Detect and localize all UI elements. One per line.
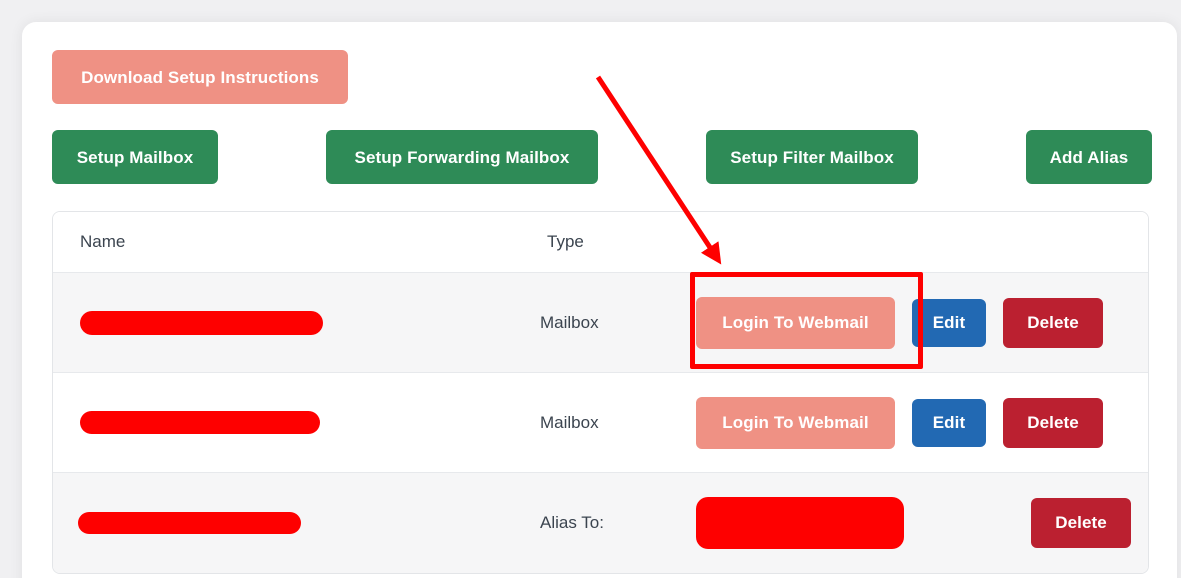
alias-name-cell [53, 472, 520, 573]
table-header-row: Name Type [53, 212, 1148, 273]
column-header-name: Name [53, 212, 520, 273]
table-row: Mailbox Login To Webmail Edit Delete [53, 372, 1148, 473]
redacted-name-bar [78, 511, 301, 534]
delete-button[interactable]: Delete [1031, 497, 1131, 548]
delete-button[interactable]: Delete [1003, 397, 1103, 448]
setup-forwarding-mailbox-button[interactable]: Setup Forwarding Mailbox [326, 130, 598, 184]
table-row: Mailbox Login To Webmail Edit Delete [53, 272, 1148, 373]
login-to-webmail-button[interactable]: Login To Webmail [696, 296, 895, 349]
delete-button[interactable]: Delete [1003, 297, 1103, 348]
column-header-actions [678, 212, 1148, 273]
mailboxes-table-container: Name Type Mailbox Login To Webmail Edit [52, 211, 1149, 574]
setup-mailbox-button[interactable]: Setup Mailbox [52, 130, 218, 184]
mailbox-name-cell [53, 273, 520, 373]
row-actions-cell: Delete [678, 472, 1148, 573]
alias-type-cell: Alias To: [520, 472, 678, 573]
column-header-type: Type [520, 212, 678, 273]
login-to-webmail-button[interactable]: Login To Webmail [696, 396, 895, 449]
row-actions-cell: Login To Webmail Edit Delete [678, 372, 1148, 473]
setup-filter-mailbox-button[interactable]: Setup Filter Mailbox [706, 130, 918, 184]
mailboxes-table: Name Type Mailbox Login To Webmail Edit [53, 212, 1148, 573]
redacted-alias-target [696, 496, 904, 549]
add-alias-button[interactable]: Add Alias [1026, 130, 1152, 184]
setup-actions-toolbar: Setup Mailbox Setup Forwarding Mailbox S… [22, 130, 1177, 186]
mailbox-name-cell [53, 372, 520, 473]
row-actions-cell: Login To Webmail Edit Delete [678, 273, 1148, 373]
edit-button[interactable]: Edit [912, 398, 986, 447]
mail-management-card: Download Setup Instructions Setup Mailbo… [22, 22, 1177, 578]
table-header: Name Type [53, 212, 1148, 273]
table-body: Mailbox Login To Webmail Edit Delete Mai… [53, 272, 1148, 573]
table-row: Alias To: Delete [53, 472, 1148, 573]
mailbox-type-cell: Mailbox [540, 312, 599, 332]
redacted-name-bar [80, 310, 323, 335]
mailbox-type-cell: Mailbox [520, 372, 678, 473]
redacted-name-bar [80, 411, 320, 434]
download-setup-instructions-button[interactable]: Download Setup Instructions [52, 50, 348, 104]
edit-button[interactable]: Edit [912, 298, 986, 347]
